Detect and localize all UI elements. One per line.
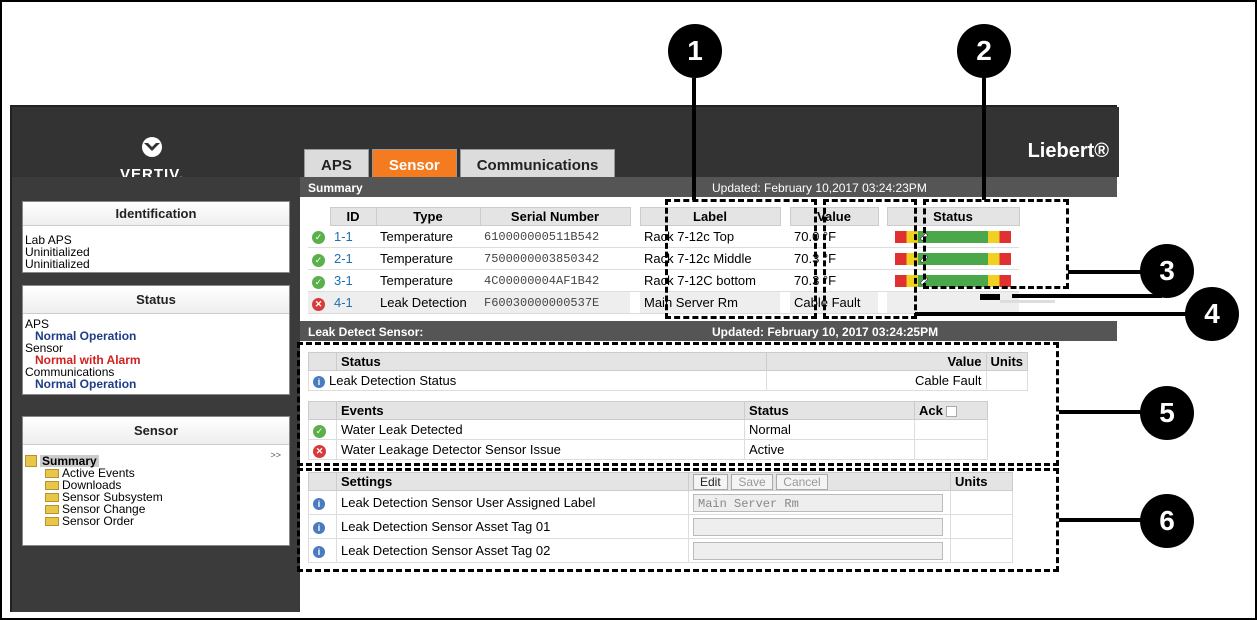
identification-title: Identification [23, 202, 289, 226]
highlight-events-section [297, 342, 1059, 466]
col-id: ID [329, 207, 377, 226]
summary-bar: Summary Updated: February 10,2017 03:24:… [300, 177, 1117, 197]
cable-break-icon [980, 294, 1000, 300]
col-serial: Serial Number [479, 207, 631, 226]
cable-track [1000, 300, 1055, 303]
folder-icon [45, 492, 59, 502]
folder-icon [45, 504, 59, 514]
callout-1: 1 [668, 24, 722, 78]
sensor-serial: F60030000000537E [480, 291, 630, 314]
leak-bar: Leak Detect Sensor: Updated: February 10… [300, 321, 1117, 341]
folder-icon [45, 468, 59, 478]
leak-updated: Updated: February 10, 2017 03:24:25PM [712, 325, 939, 339]
sensor-id-link[interactable]: 1-1 [330, 225, 376, 248]
callout-6: 6 [1140, 494, 1194, 548]
sensor-panel: Sensor >> Summary Active Events Download… [22, 416, 290, 546]
callout-3: 3 [1140, 244, 1194, 298]
sensor-type: Temperature [376, 225, 480, 248]
summary-title: Summary [308, 181, 363, 195]
expand-icon[interactable]: >> [270, 450, 281, 460]
sensor-serial: 7500000003850342 [480, 247, 630, 270]
leader-line-3b [1012, 294, 1162, 298]
figure-frame: 1 2 3 4 5 6 VERTIV. APS Sensor Communica… [0, 0, 1257, 620]
col-type: Type [375, 207, 481, 226]
folder-icon [45, 480, 59, 490]
sensor-type: Temperature [376, 269, 480, 292]
ok-check-icon: ✓ [312, 275, 325, 289]
leader-line-1 [692, 78, 696, 200]
vertiv-mark-icon [142, 137, 162, 157]
sensor-title: Sensor [23, 417, 289, 445]
folder-icon [45, 516, 59, 526]
leader-line-3 [1068, 270, 1141, 274]
summary-updated: Updated: February 10,2017 03:24:23PM [712, 181, 927, 195]
liebert-brand: Liebert® [1027, 140, 1109, 162]
status-title: Status [23, 286, 289, 314]
callout-2: 2 [957, 24, 1011, 78]
sensor-type: Leak Detection [376, 291, 480, 314]
ok-check-icon: ✓ [312, 253, 325, 267]
tree-item-label: Sensor Order [62, 514, 135, 528]
sensor-serial: 4C00000004AF1B42 [480, 269, 630, 292]
tab-aps[interactable]: APS [304, 149, 369, 177]
leader-line-6 [1059, 518, 1141, 522]
sensor-id-link[interactable]: 3-1 [330, 269, 376, 292]
tree-item-sensor-order[interactable]: Sensor Order [25, 515, 287, 527]
leader-line-2 [982, 78, 986, 200]
sensor-type: Temperature [376, 247, 480, 270]
highlight-settings-section [297, 468, 1059, 572]
tab-bar: APS Sensor Communications [304, 149, 616, 177]
alarm-x-icon: ✕ [312, 297, 325, 311]
sensor-id-link[interactable]: 2-1 [330, 247, 376, 270]
identification-location: Uninitialized [25, 257, 90, 271]
highlight-value-column [823, 199, 917, 319]
tab-communications[interactable]: Communications [459, 149, 616, 177]
leak-title: Leak Detect Sensor: [308, 325, 424, 339]
highlight-status-column [923, 199, 1069, 289]
status-aps-value: Normal Operation [35, 329, 137, 343]
highlight-label-column [665, 199, 817, 319]
leader-line-5 [1059, 410, 1141, 414]
status-comm-value: Normal Operation [35, 377, 137, 391]
callout-5: 5 [1140, 386, 1194, 440]
sensor-serial: 610000000511B542 [480, 225, 630, 248]
ok-check-icon: ✓ [312, 231, 325, 245]
sidebar: Identification Lab APS Uninitialized Uni… [12, 177, 300, 612]
leader-line-4 [915, 312, 1187, 316]
identification-panel: Identification Lab APS Uninitialized Uni… [22, 201, 290, 273]
callout-4: 4 [1185, 287, 1239, 341]
tab-sensor[interactable]: Sensor [371, 149, 457, 177]
top-bar: VERTIV. APS Sensor Communications Lieber… [12, 107, 1119, 183]
folder-icon [25, 455, 37, 467]
status-panel: Status APS Normal Operation Sensor Norma… [22, 285, 290, 395]
sensor-id-link[interactable]: 4-1 [330, 291, 376, 314]
